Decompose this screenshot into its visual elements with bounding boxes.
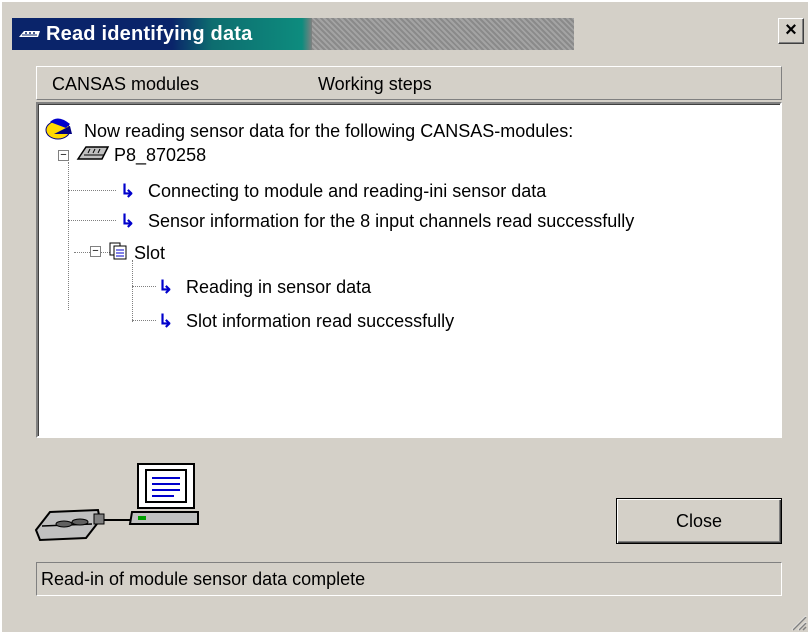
tree-root-item[interactable]: Now reading sensor data for the followin… (44, 117, 574, 144)
column-header-steps[interactable]: Working steps (318, 74, 432, 95)
tree-step-item[interactable]: ↳ Sensor information for the 8 input cha… (120, 208, 634, 234)
tree-connector (68, 220, 116, 221)
tree-step-label: Connecting to module and reading-ini sen… (148, 180, 547, 201)
close-window-button[interactable]: × (778, 18, 804, 44)
device-icon (18, 26, 42, 42)
tree-step-item[interactable]: ↳ Reading in sensor data (158, 274, 371, 300)
title-bar-dither (312, 18, 574, 50)
module-icon (76, 143, 114, 168)
window-title: Read identifying data (46, 22, 253, 45)
tree-module-item[interactable]: P8_870258 (76, 142, 206, 168)
step-arrow-icon: ↳ (158, 310, 174, 331)
tree-slot-label: Slot (134, 242, 166, 263)
status-bar: Read-in of module sensor data complete (36, 562, 782, 596)
column-header-modules[interactable]: CANSAS modules (52, 74, 199, 95)
device-computer-icon (34, 462, 204, 546)
tree-connector (132, 286, 156, 287)
tree-step-item[interactable]: ↳ Slot information read successfully (158, 308, 454, 334)
title-bar[interactable]: Read identifying data (12, 18, 574, 50)
tree-slot-item[interactable]: Slot (108, 240, 165, 266)
tree-view[interactable]: Now reading sensor data for the followin… (36, 102, 782, 438)
tree-module-label: P8_870258 (114, 144, 207, 165)
tree-step-label: Slot information read successfully (186, 310, 455, 331)
collapse-slot-toggle[interactable]: − (90, 246, 101, 257)
tree-step-label: Sensor information for the 8 input chann… (148, 210, 635, 231)
tree-step-item[interactable]: ↳ Connecting to module and reading-ini s… (120, 178, 546, 204)
step-arrow-icon: ↳ (120, 210, 136, 231)
dialog-window: Read identifying data × CANSAS modules W… (0, 0, 808, 632)
tree-connector (68, 162, 69, 310)
tree-root-label: Now reading sensor data for the followin… (84, 120, 574, 141)
tree-connector (132, 260, 133, 322)
tree-step-label: Reading in sensor data (186, 276, 372, 297)
close-button[interactable]: Close (616, 498, 782, 544)
collapse-module-toggle[interactable]: − (58, 150, 69, 161)
tree-connector (132, 320, 156, 321)
tree-connector (68, 190, 116, 191)
resize-grip-icon[interactable] (788, 612, 808, 632)
slot-icon (108, 241, 134, 266)
step-arrow-icon: ↳ (158, 276, 174, 297)
step-arrow-icon: ↳ (120, 180, 136, 201)
